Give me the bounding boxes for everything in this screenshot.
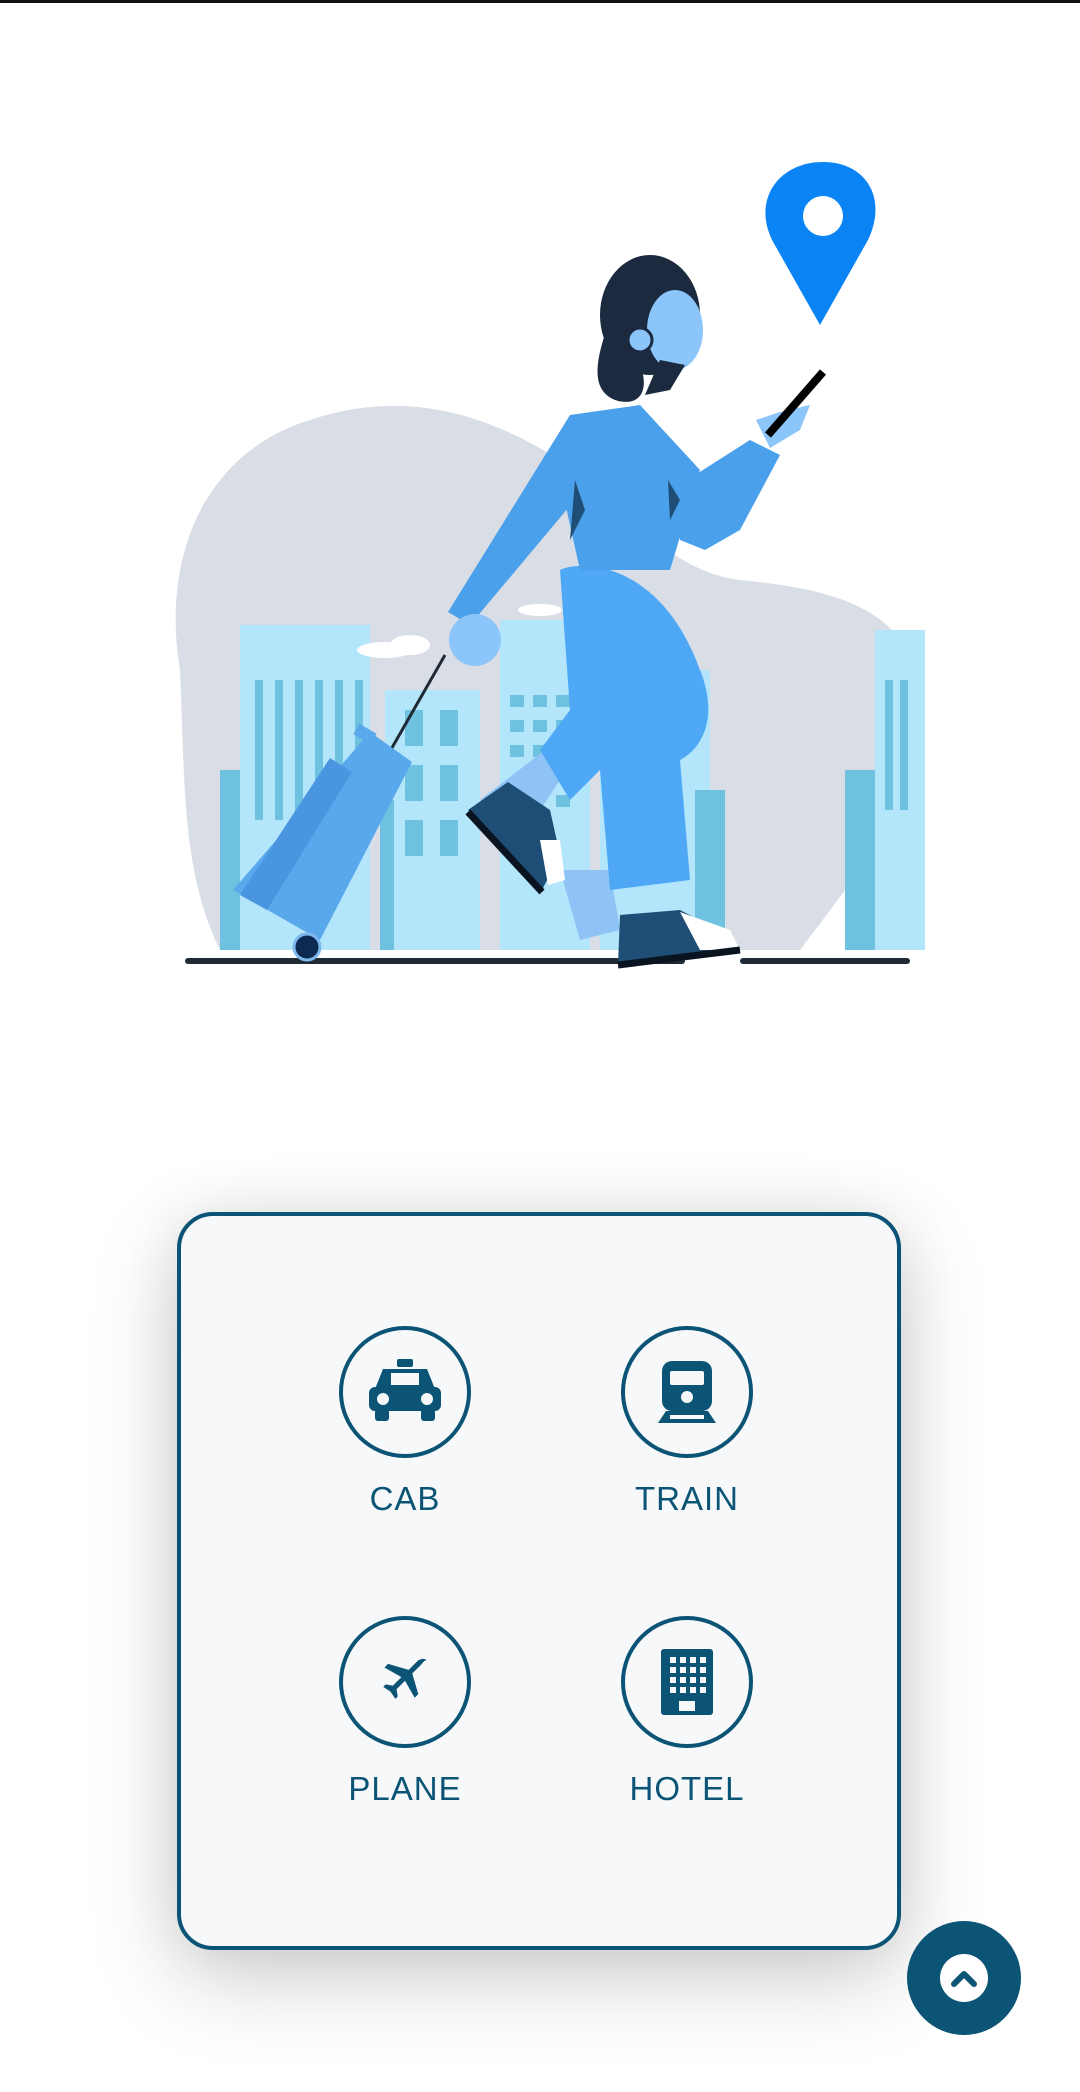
hotel-icon-circle[interactable] xyxy=(621,1616,753,1748)
transport-options-card: CAB TRAIN PLANE HOTEL xyxy=(177,1212,901,1950)
train-icon xyxy=(658,1361,716,1423)
traveler-illustration xyxy=(175,162,925,969)
scroll-up-button[interactable] xyxy=(907,1921,1021,2035)
person-head xyxy=(597,255,703,402)
chevron-up-icon xyxy=(951,1971,977,1987)
ground-line xyxy=(185,958,685,964)
status-divider xyxy=(0,0,1080,3)
train-label: TRAIN xyxy=(635,1480,739,1517)
plane-icon-circle[interactable] xyxy=(339,1616,471,1748)
hotel-label: HOTEL xyxy=(629,1770,745,1807)
fab-inner-circle xyxy=(940,1954,988,2002)
plane-icon xyxy=(383,1658,427,1699)
cab-label: CAB xyxy=(369,1480,441,1517)
taxi-icon xyxy=(369,1359,441,1421)
option-hotel[interactable]: HOTEL xyxy=(577,1616,797,1836)
option-cab[interactable]: CAB xyxy=(295,1326,515,1546)
phone-and-hand xyxy=(756,369,827,448)
location-pin-icon xyxy=(765,162,876,325)
plane-label: PLANE xyxy=(348,1770,462,1807)
option-train[interactable]: TRAIN xyxy=(577,1326,797,1546)
hotel-icon xyxy=(661,1649,713,1715)
option-plane[interactable]: PLANE xyxy=(295,1616,515,1836)
cab-icon-circle[interactable] xyxy=(339,1326,471,1458)
train-icon-circle[interactable] xyxy=(621,1326,753,1458)
